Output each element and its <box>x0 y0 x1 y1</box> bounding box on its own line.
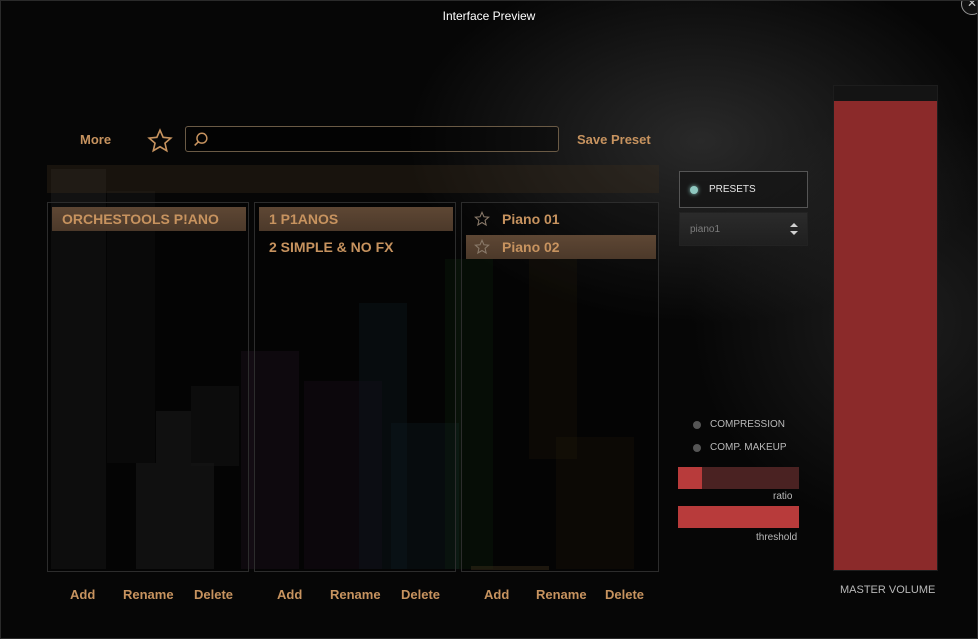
master-volume-fill <box>834 100 937 570</box>
list-item-selected[interactable]: Piano 02 <box>466 235 656 259</box>
add-button[interactable]: Add <box>70 587 95 602</box>
comp-makeup-label: COMP. MAKEUP <box>710 442 787 453</box>
list-item-selected[interactable]: ORCHESTOOLS P!ANO <box>52 207 246 231</box>
preset-name: Piano 02 <box>502 239 560 255</box>
add-button[interactable]: Add <box>484 587 509 602</box>
category-strip <box>47 165 659 193</box>
ratio-slider-fill <box>678 467 703 489</box>
search-icon <box>194 132 208 146</box>
preset-select-value: piano1 <box>690 224 721 235</box>
master-volume-slider[interactable] <box>833 85 938 571</box>
search-input[interactable] <box>214 130 548 150</box>
led-on-icon <box>690 186 698 194</box>
threshold-label: threshold <box>756 532 798 543</box>
list-item[interactable]: Piano 01 <box>466 207 656 231</box>
favorite-star-icon[interactable] <box>474 239 490 255</box>
threshold-slider-fill <box>678 506 799 528</box>
delete-button[interactable]: Delete <box>194 587 233 602</box>
rename-button[interactable]: Rename <box>536 587 587 602</box>
more-button[interactable]: More <box>80 132 111 147</box>
list-item[interactable]: 2 SIMPLE & NO FX <box>259 235 453 259</box>
preset-select[interactable]: piano1 <box>679 212 808 246</box>
rename-button[interactable]: Rename <box>330 587 381 602</box>
favorite-star-icon[interactable] <box>147 128 173 154</box>
compression-label: COMPRESSION <box>710 419 786 430</box>
rename-button[interactable]: Rename <box>123 587 174 602</box>
ratio-slider[interactable] <box>678 467 799 489</box>
presets-label: PRESETS <box>709 184 756 195</box>
add-button[interactable]: Add <box>277 587 302 602</box>
save-preset-button[interactable]: Save Preset <box>577 132 651 147</box>
compression-led-icon[interactable] <box>693 421 701 429</box>
preset-column: Piano 01 Piano 02 <box>461 202 659 572</box>
list-item-selected[interactable]: 1 P1ANOS <box>259 207 453 231</box>
preset-name: Piano 01 <box>502 211 560 227</box>
delete-button[interactable]: Delete <box>605 587 644 602</box>
window-title: Interface Preview <box>442 9 536 23</box>
interface-preview-window: Interface Preview ✕ More Save Preset ORC… <box>0 0 978 639</box>
search-box[interactable] <box>185 126 559 152</box>
up-down-chevron-icon <box>790 223 798 235</box>
library-column: ORCHESTOOLS P!ANO <box>47 202 249 572</box>
delete-button[interactable]: Delete <box>401 587 440 602</box>
category-column: 1 P1ANOS 2 SIMPLE & NO FX <box>254 202 456 572</box>
favorite-star-icon[interactable] <box>474 211 490 227</box>
ratio-label: ratio <box>773 491 793 502</box>
presets-toggle[interactable]: PRESETS <box>679 171 808 208</box>
master-volume-label: MASTER VOLUME <box>840 584 936 596</box>
threshold-slider[interactable] <box>678 506 799 528</box>
comp-makeup-led-icon[interactable] <box>693 444 701 452</box>
